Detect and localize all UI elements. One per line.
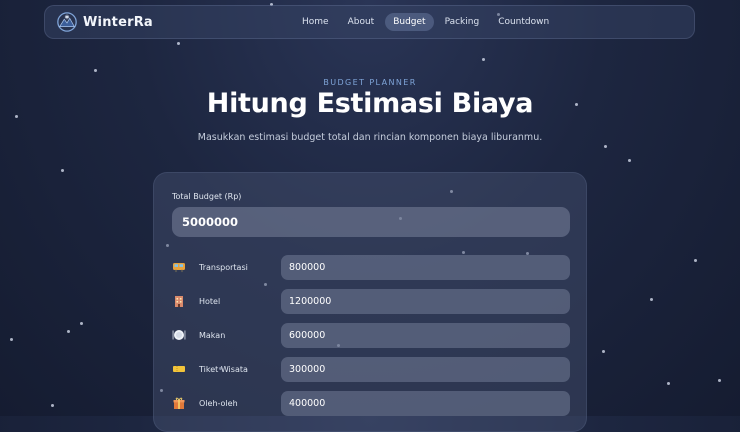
cost-row-hotel: Hotel 1200000 [172,289,570,315]
page-subtitle: Masukkan estimasi budget total dan rinci… [197,132,543,143]
brand-name: WinterRa [83,14,153,30]
cost-row-makan: Makan 600000 [172,323,570,349]
cost-row-transportasi: Transportasi 800000 [172,255,570,281]
budget-form-card: Total Budget (Rp) 5000000 Transportasi 8… [153,172,587,432]
total-budget-input[interactable]: 5000000 [172,207,570,237]
total-budget-label: Total Budget (Rp) [172,192,242,201]
nav-home[interactable]: Home [294,13,337,31]
nav-about[interactable]: About [340,13,383,31]
oleh-oleh-input[interactable]: 400000 [281,391,570,416]
nav-packing[interactable]: Packing [437,13,488,31]
nav-links: Home About Budget Packing Countdown [294,6,560,38]
top-navbar: WinterRa Home About Budget Packing Count… [44,5,695,39]
ticket-icon [172,363,186,375]
tram-icon [172,261,186,273]
hotel-label: Hotel [199,297,221,306]
hotel-icon [172,295,186,307]
plate-icon [172,329,186,341]
tiket-wisata-label: Tiket Wisata [199,365,248,374]
nav-budget[interactable]: Budget [385,13,434,31]
hotel-input[interactable]: 1200000 [281,289,570,314]
transportasi-input[interactable]: 800000 [281,255,570,280]
nav-countdown[interactable]: Countdown [490,13,557,31]
cost-row-tiket-wisata: Tiket Wisata 300000 [172,357,570,383]
brand-logo[interactable]: WinterRa [56,11,153,33]
makan-label: Makan [199,331,226,340]
section-eyebrow: BUDGET PLANNER [323,78,417,87]
transportasi-label: Transportasi [199,263,248,272]
page-title: Hitung Estimasi Biaya [206,88,534,119]
oleh-oleh-label: Oleh-oleh [199,399,238,408]
tiket-wisata-input[interactable]: 300000 [281,357,570,382]
cost-row-oleh-oleh: Oleh-oleh 400000 [172,391,570,417]
gift-icon [172,397,186,409]
snowflake-logo-icon [57,12,77,32]
makan-input[interactable]: 600000 [281,323,570,348]
